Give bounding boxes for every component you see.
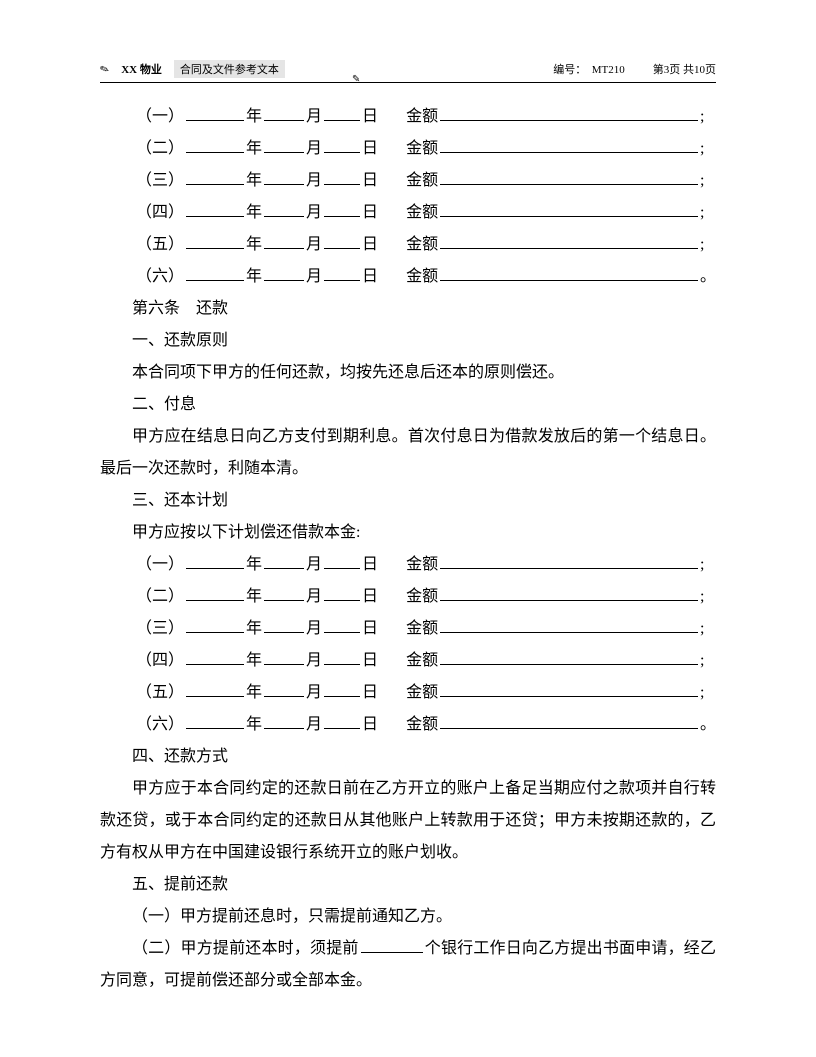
blank-field: [186, 201, 244, 217]
blank-field: [186, 713, 244, 729]
blank-field: [324, 553, 360, 569]
item-number: （六）: [136, 709, 184, 741]
item-number: （五）: [136, 229, 184, 261]
item-number: （六）: [136, 261, 184, 293]
blank-field: [440, 105, 698, 121]
item-number: （一）: [136, 549, 184, 581]
page-number: 第3页 共10页: [653, 61, 716, 77]
blank-field: [264, 137, 304, 153]
paragraph: 甲方应于本合同约定的还款日前在乙方开立的账户上备足当期应付之款项并自行转款还贷，…: [100, 773, 716, 869]
blank-field: [186, 681, 244, 697]
blank-field: [324, 585, 360, 601]
date-amount-row: （二） 年 月 日 金额 ;: [100, 581, 716, 613]
date-amount-row: （三） 年 月 日 金额 ;: [100, 613, 716, 645]
blank-field: [264, 169, 304, 185]
item-number: （五）: [136, 677, 184, 709]
blank-field: [264, 233, 304, 249]
blank-field: [324, 201, 360, 217]
blank-field: [186, 137, 244, 153]
blank-field: [440, 553, 698, 569]
date-amount-row: （一） 年 月 日 金额 ;: [100, 549, 716, 581]
blank-field: [186, 233, 244, 249]
paragraph: 甲方应在结息日向乙方支付到期利息。首次付息日为借款发放后的第一个结息日。最后一次…: [100, 421, 716, 485]
date-amount-row: （三） 年 月 日 金额 ;: [100, 165, 716, 197]
date-amount-row: （五） 年 月 日 金额 ;: [100, 229, 716, 261]
date-amount-row: （四） 年 月 日 金额 ;: [100, 197, 716, 229]
blank-field: [440, 169, 698, 185]
blank-field: [264, 553, 304, 569]
blank-field: [264, 585, 304, 601]
item-number: （一）: [136, 101, 184, 133]
blank-field: [186, 585, 244, 601]
date-amount-row: （一） 年 月 日 金额 ;: [100, 101, 716, 133]
blank-field: [324, 649, 360, 665]
item-number: （三）: [136, 613, 184, 645]
blank-field: [324, 169, 360, 185]
blank-field: [264, 681, 304, 697]
blank-field: [440, 649, 698, 665]
date-amount-row: （六） 年 月 日 金额 。: [100, 261, 716, 293]
blank-field: [324, 617, 360, 633]
subsection-title: 四、还款方式: [100, 741, 716, 773]
item-number: （三）: [136, 165, 184, 197]
blank-field: [440, 201, 698, 217]
document-header: ✎ XX 物业 合同及文件参考文本 ✎ 编号： MT210 第3页 共10页: [100, 60, 716, 83]
document-body: （一） 年 月 日 金额 ; （二） 年 月 日 金额 ; （三） 年 月 日 …: [100, 101, 716, 997]
company-name: XX 物业: [121, 61, 162, 77]
blank-field: [186, 553, 244, 569]
subsection-title: 三、还本计划: [100, 485, 716, 517]
blank-field: [186, 265, 244, 281]
blank-field: [440, 233, 698, 249]
blank-field: [324, 265, 360, 281]
paragraph: （二）甲方提前还本时，须提前个银行工作日向乙方提出书面申请，经乙方同意，可提前偿…: [100, 933, 716, 997]
date-amount-row: （四） 年 月 日 金额 ;: [100, 645, 716, 677]
blank-field: [264, 265, 304, 281]
item-number: （四）: [136, 645, 184, 677]
blank-field: [440, 681, 698, 697]
blank-field: [440, 137, 698, 153]
subsection-title: 五、提前还款: [100, 869, 716, 901]
item-number: （二）: [136, 581, 184, 613]
blank-field: [324, 233, 360, 249]
subsection-title: 二、付息: [100, 389, 716, 421]
blank-field: [264, 713, 304, 729]
cursor-icon: ✎: [98, 62, 111, 77]
doc-type-label: 合同及文件参考文本: [174, 60, 285, 78]
blank-field: [264, 617, 304, 633]
blank-field: [324, 713, 360, 729]
date-amount-row: （二） 年 月 日 金额 ;: [100, 133, 716, 165]
blank-field: [324, 137, 360, 153]
blank-field: [264, 649, 304, 665]
blank-field: [186, 649, 244, 665]
item-number: （四）: [136, 197, 184, 229]
blank-field: [440, 617, 698, 633]
blank-field: [186, 105, 244, 121]
blank-field: [324, 105, 360, 121]
doc-code: 编号： MT210: [553, 61, 625, 77]
blank-field: [186, 169, 244, 185]
blank-field: [440, 713, 698, 729]
cursor-icon: ✎: [352, 74, 360, 85]
paragraph: （一）甲方提前还息时，只需提前通知乙方。: [100, 901, 716, 933]
blank-field: [186, 617, 244, 633]
blank-field: [324, 681, 360, 697]
blank-field: [440, 265, 698, 281]
blank-field: [440, 585, 698, 601]
blank-field: [361, 937, 423, 953]
date-amount-row: （六） 年 月 日 金额 。: [100, 709, 716, 741]
paragraph: 本合同项下甲方的任何还款，均按先还息后还本的原则偿还。: [100, 357, 716, 389]
article-title: 第六条 还款: [100, 293, 716, 325]
blank-field: [264, 201, 304, 217]
item-number: （二）: [136, 133, 184, 165]
subsection-title: 一、还款原则: [100, 325, 716, 357]
paragraph: 甲方应按以下计划偿还借款本金:: [100, 517, 716, 549]
blank-field: [264, 105, 304, 121]
date-amount-row: （五） 年 月 日 金额 ;: [100, 677, 716, 709]
